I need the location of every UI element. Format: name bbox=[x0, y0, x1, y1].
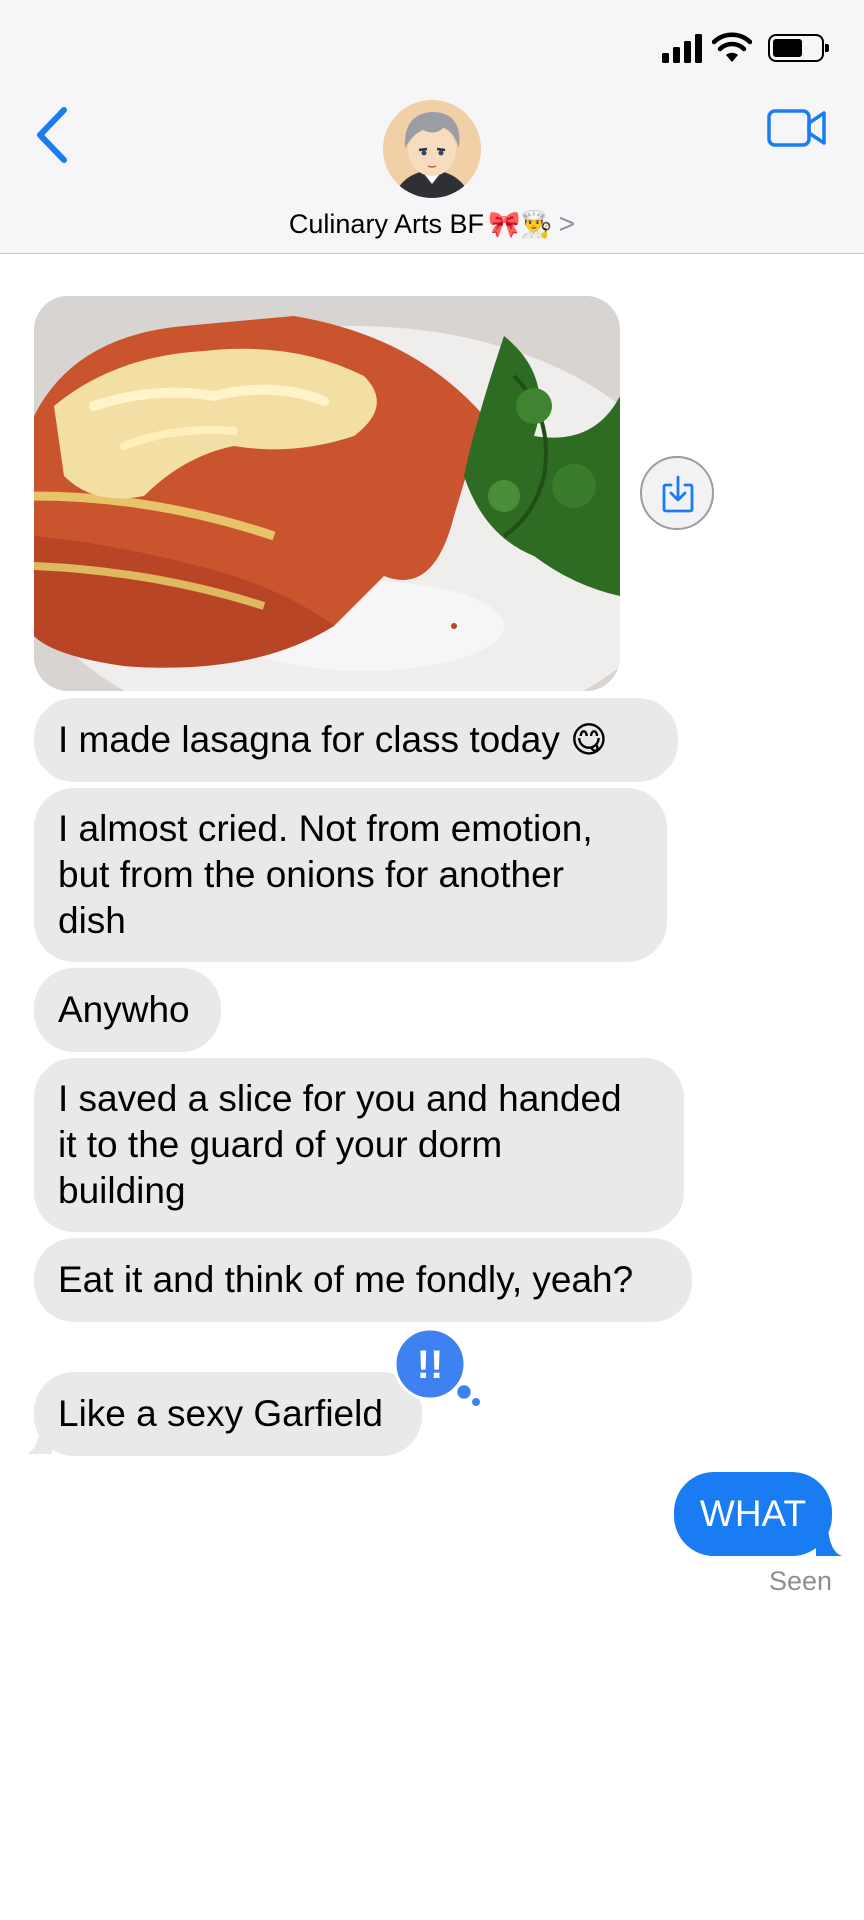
incoming-message[interactable]: I almost cried. Not from emotion, but fr… bbox=[34, 788, 667, 962]
wifi-icon bbox=[712, 32, 752, 62]
message-line: dish bbox=[58, 900, 126, 941]
message-line: but from the onions for another bbox=[58, 854, 564, 895]
message-line: Eat it and think of me fondly, yeah? bbox=[58, 1259, 634, 1300]
tapback-reaction[interactable]: !! bbox=[392, 1326, 482, 1408]
double-exclamation-icon: !! bbox=[393, 1327, 482, 1408]
outgoing-message[interactable]: WHAT bbox=[674, 1472, 832, 1556]
outgoing-bubble-tail bbox=[816, 1528, 842, 1556]
download-icon bbox=[662, 475, 694, 513]
chevron-right-icon: > bbox=[558, 208, 576, 239]
avatar-image bbox=[383, 100, 481, 198]
message-text: WHAT bbox=[699, 1493, 807, 1534]
message-line: it to the guard of your dorm bbox=[58, 1124, 503, 1165]
incoming-message[interactable]: Anywho bbox=[34, 968, 221, 1052]
contact-avatar[interactable] bbox=[383, 100, 481, 198]
tapback-symbol: !! bbox=[417, 1343, 444, 1387]
signal-bars-icon bbox=[662, 33, 704, 63]
video-camera-icon[interactable] bbox=[766, 106, 828, 150]
message-line: I saved a slice for you and handed bbox=[58, 1078, 622, 1119]
incoming-message[interactable]: I made lasagna for class today 😋 bbox=[34, 698, 678, 782]
battery-level bbox=[773, 39, 802, 57]
read-receipt: Seen bbox=[768, 1566, 832, 1596]
message-line: building bbox=[58, 1170, 186, 1211]
contact-name-row[interactable]: Culinary Arts BF 🎀👨‍🍳 > bbox=[0, 208, 864, 240]
message-line: Anywho bbox=[58, 989, 190, 1030]
message-line: I made lasagna for class today 😋 bbox=[58, 719, 608, 760]
contact-emojis: 🎀👨‍🍳 bbox=[487, 209, 553, 239]
lasagna-photo[interactable] bbox=[34, 296, 620, 691]
conversation-header: Culinary Arts BF 🎀👨‍🍳 > bbox=[0, 0, 864, 254]
save-photo-button[interactable] bbox=[640, 456, 714, 530]
contact-name: Culinary Arts BF bbox=[288, 209, 484, 239]
battery-icon bbox=[768, 34, 829, 62]
incoming-message[interactable]: Eat it and think of me fondly, yeah? bbox=[34, 1238, 692, 1322]
incoming-message[interactable]: I saved a slice for you and handed it to… bbox=[34, 1058, 684, 1232]
face-savoring-food-emoji: 😋 bbox=[570, 719, 608, 760]
incoming-message[interactable]: Like a sexy Garfield bbox=[34, 1372, 422, 1456]
message-line: I almost cried. Not from emotion, bbox=[58, 808, 593, 849]
incoming-bubble-tail bbox=[26, 1426, 52, 1454]
message-line: Like a sexy Garfield bbox=[58, 1393, 383, 1434]
back-button[interactable] bbox=[30, 102, 80, 168]
lasagna-image bbox=[34, 296, 620, 691]
